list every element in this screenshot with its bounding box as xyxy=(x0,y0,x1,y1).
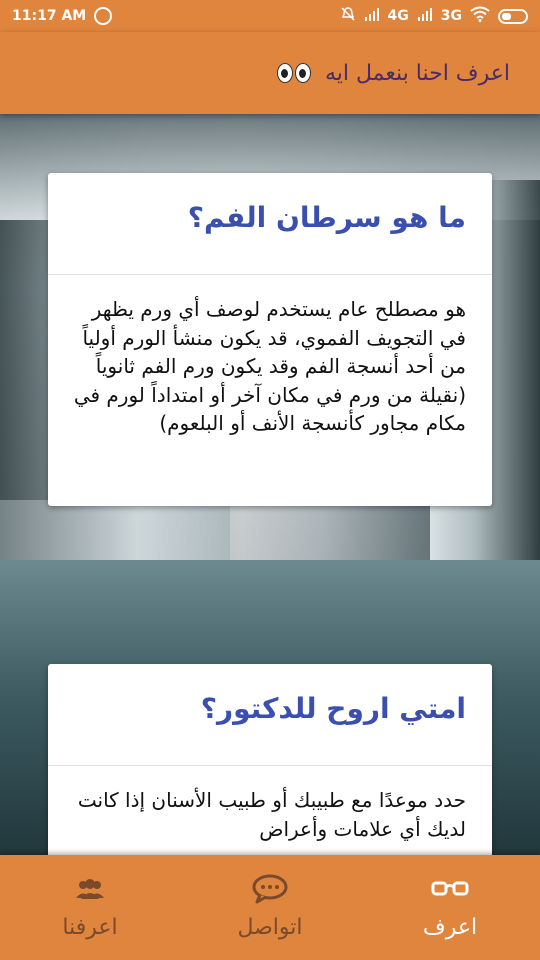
signal-icon-2 xyxy=(417,7,433,25)
nav-label: اعرف xyxy=(422,915,478,940)
signal-icon xyxy=(364,7,380,25)
network-type-1: 4G xyxy=(387,8,409,24)
status-bar: 11:17 AM 4G 3G xyxy=(0,0,540,32)
nav-item-about-us[interactable]: اعرفنا xyxy=(0,855,180,960)
info-card[interactable]: ما هو سرطان الفم؟ هو مصطلح عام يستخدم لو… xyxy=(48,173,492,506)
bottom-navigation: اعرف اتواصل اعرفنا xyxy=(0,855,540,960)
people-icon xyxy=(74,875,106,903)
chat-bubble-icon xyxy=(252,874,288,904)
nav-item-contact[interactable]: اتواصل xyxy=(180,855,360,960)
eye-icon xyxy=(276,63,293,83)
nav-item-know[interactable]: اعرف xyxy=(360,855,540,960)
card-title: ما هو سرطان الفم؟ xyxy=(48,173,492,275)
app-bar: اعرف احنا بنعمل ايه xyxy=(0,32,540,114)
status-time: 11:17 AM xyxy=(12,8,87,24)
mute-alarm-icon xyxy=(340,6,356,26)
wifi-icon xyxy=(470,6,490,26)
card-title: امتي اروح للدكتور؟ xyxy=(48,664,492,766)
nav-label: اتواصل xyxy=(237,915,303,940)
card-body: حدد موعدًا مع طبيبك أو طبيب الأسنان إذا … xyxy=(77,788,466,841)
card-body: هو مصطلح عام يستخدم لوصف أي ورم يظهر في … xyxy=(73,297,466,435)
app-bar-title: اعرف احنا بنعمل ايه xyxy=(324,60,510,86)
network-type-2: 3G xyxy=(440,8,462,24)
eye-icon xyxy=(294,63,311,83)
battery-icon xyxy=(498,8,528,24)
whatsapp-notification-icon xyxy=(94,7,113,25)
nav-label: اعرفنا xyxy=(62,915,118,940)
glasses-icon xyxy=(431,875,469,903)
eyes-emoji-icon xyxy=(276,63,311,83)
info-card[interactable]: امتي اروح للدكتور؟ حدد موعدًا مع طبيبك أ… xyxy=(48,664,492,884)
